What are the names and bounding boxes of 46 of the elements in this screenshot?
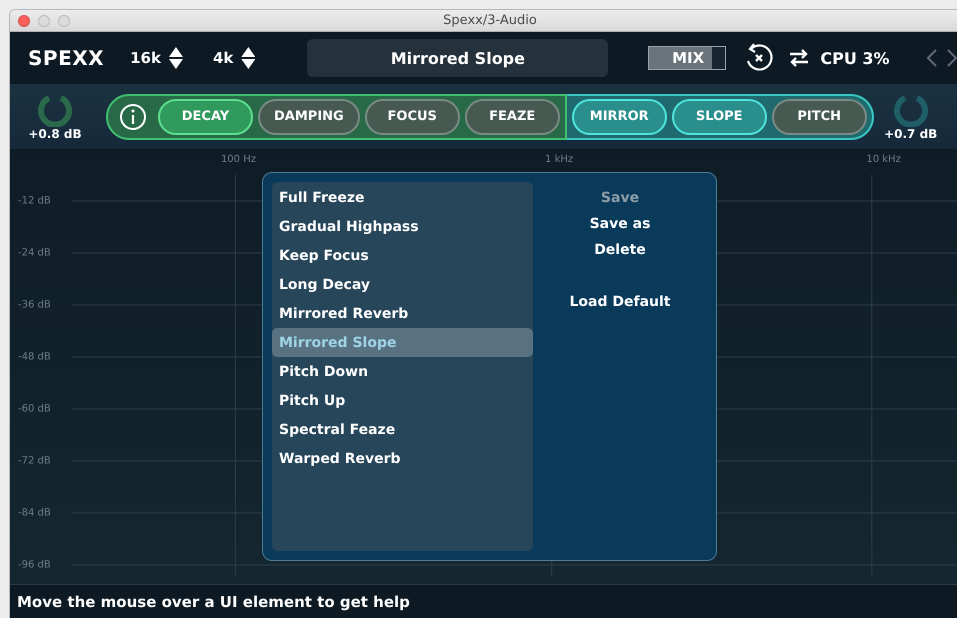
preset-item[interactable]: Spectral Feaze bbox=[272, 415, 533, 444]
menu-action[interactable]: Save as bbox=[590, 211, 650, 237]
gain-value: +0.8 dB bbox=[28, 126, 82, 140]
level-label: -84 dB bbox=[18, 508, 51, 518]
menu-action[interactable]: Delete bbox=[594, 237, 646, 263]
level-label: -60 dB bbox=[18, 404, 51, 414]
menu-action[interactable]: Load Default bbox=[570, 289, 670, 315]
level-label: -48 dB bbox=[18, 352, 51, 362]
module-button[interactable]: PITCH bbox=[772, 98, 867, 134]
frequency-label: 100 Hz bbox=[220, 154, 256, 165]
frequency-label: 10 kHz bbox=[866, 154, 901, 165]
shuffle-icon[interactable] bbox=[788, 48, 810, 68]
preset-item[interactable]: Warped Reverb bbox=[272, 444, 533, 473]
mix-label: MIX bbox=[671, 48, 706, 69]
module-button[interactable]: DECAY bbox=[158, 98, 253, 134]
module-button[interactable]: FEAZE bbox=[464, 98, 560, 134]
preset-item[interactable]: Pitch Down bbox=[272, 357, 533, 386]
next-icon[interactable] bbox=[946, 48, 957, 68]
module-button[interactable]: SLOPE bbox=[672, 98, 767, 134]
gain-value: +0.7 dB bbox=[884, 126, 938, 140]
preset-item[interactable]: Keep Focus bbox=[272, 241, 533, 270]
cpu-meter: CPU 3% bbox=[820, 48, 890, 68]
preset-item[interactable]: Pitch Up bbox=[272, 386, 533, 415]
level-label: -36 dB bbox=[18, 300, 51, 310]
preset-selector[interactable]: Mirrored Slope bbox=[307, 39, 608, 77]
window-title: Spexx/3-Audio bbox=[443, 13, 537, 28]
preset-item[interactable]: Full Freeze bbox=[272, 183, 533, 212]
module-button[interactable]: MIRROR bbox=[572, 98, 667, 134]
level-label: -72 dB bbox=[18, 456, 51, 466]
preset-item[interactable]: Long Decay bbox=[272, 270, 533, 299]
preset-item[interactable]: Gradual Highpass bbox=[272, 212, 533, 241]
previous-icon[interactable] bbox=[926, 48, 938, 68]
help-text: Move the mouse over a UI element to get help bbox=[17, 592, 410, 610]
close-button[interactable] bbox=[18, 14, 30, 26]
module-button[interactable]: DAMPING bbox=[258, 98, 360, 134]
module-button[interactable]: FOCUS bbox=[364, 98, 460, 134]
mix-slider[interactable]: MIX bbox=[648, 46, 726, 70]
stepper-value: 4k bbox=[212, 49, 234, 67]
level-label: -96 dB bbox=[18, 560, 51, 570]
logo: SPEXX bbox=[28, 46, 104, 70]
info-icon[interactable] bbox=[119, 102, 147, 130]
preset-item[interactable]: Mirrored Reverb bbox=[272, 299, 533, 328]
stepper-value: 16k bbox=[130, 49, 161, 67]
level-label: -24 dB bbox=[18, 248, 51, 258]
level-label: -12 dB bbox=[18, 196, 51, 206]
frequency-label: 1 kHz bbox=[545, 154, 574, 165]
